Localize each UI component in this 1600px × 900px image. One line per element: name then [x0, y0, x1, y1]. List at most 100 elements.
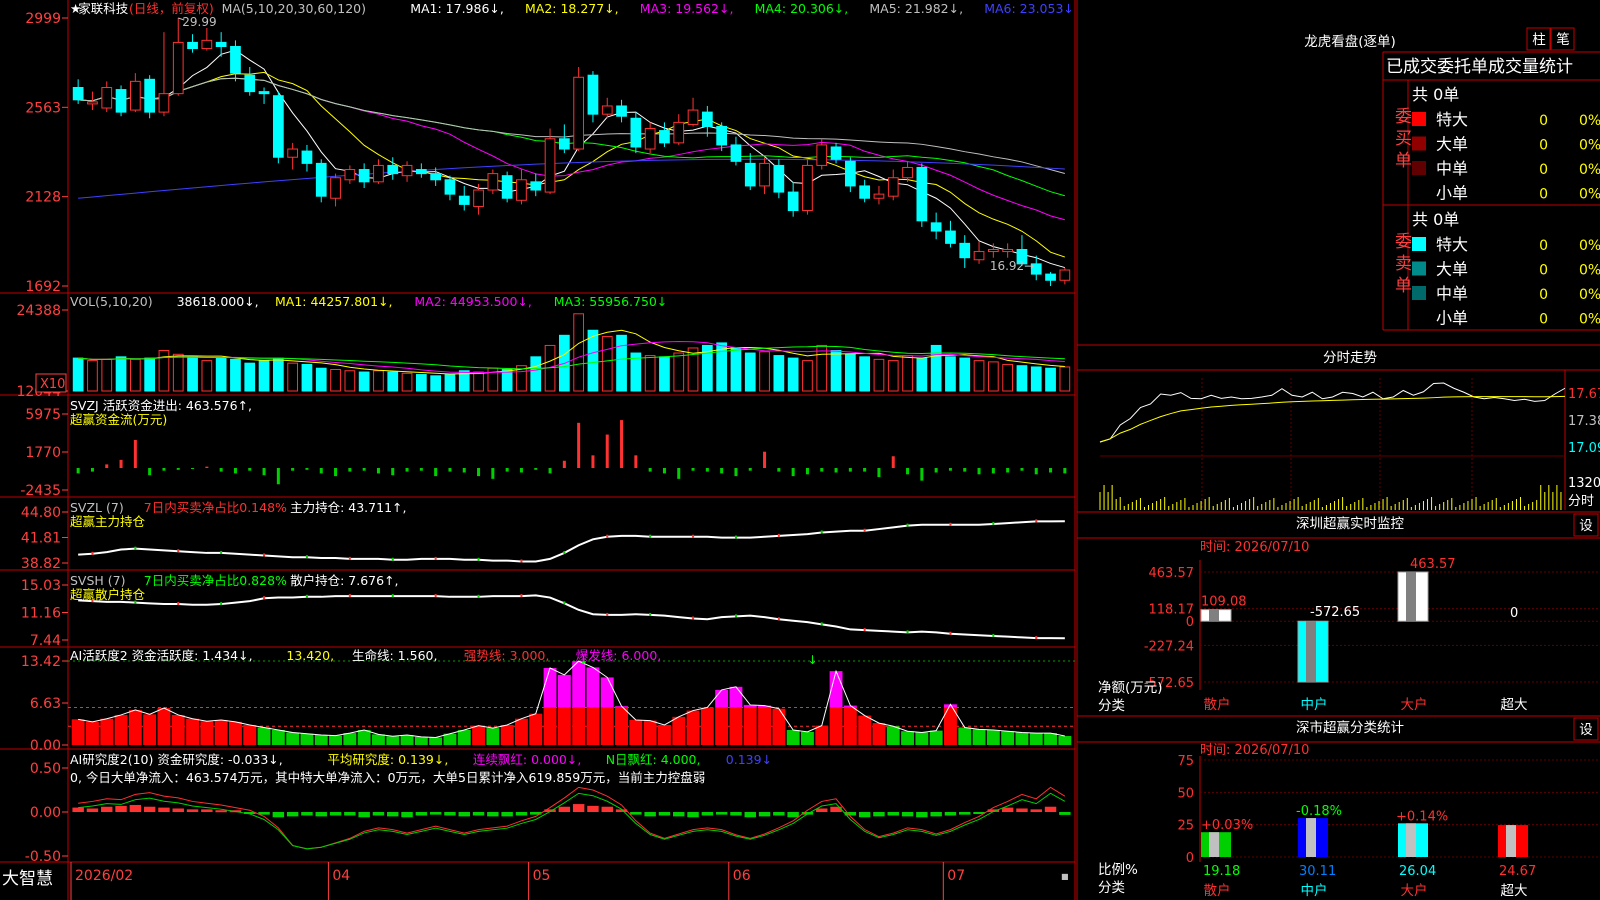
y-tick-label: 6.63 — [30, 696, 61, 712]
research-bar — [1016, 808, 1028, 812]
chart-canvas[interactable]: ★家联科技 (日线，前复权) MA(5,10,20,30,60,120) MA1:… — [0, 0, 1600, 900]
order-color-swatch — [1412, 161, 1426, 175]
order-percent: 0% — [1579, 162, 1600, 178]
volume-bar — [358, 371, 370, 392]
order-color-swatch — [1412, 261, 1426, 276]
activity-bar — [343, 733, 357, 745]
class-y-tick: 25 — [1177, 819, 1194, 834]
activity-bar-burst — [729, 686, 743, 708]
candle-body — [430, 173, 442, 181]
volume-bar — [401, 372, 413, 392]
research-bar — [387, 812, 399, 817]
research-bar — [272, 812, 285, 818]
activity-bar — [858, 715, 872, 745]
class-ratio-value: 30.11 — [1299, 864, 1336, 879]
activity-bar — [314, 734, 328, 745]
svzl-tick-mark — [1035, 519, 1038, 523]
intraday-price-tick: 17.09 — [1568, 441, 1600, 456]
fund-flow-bar — [963, 467, 967, 472]
research-bar — [673, 812, 685, 817]
research-bar — [787, 812, 799, 818]
activity-bar — [357, 729, 371, 745]
y-tick-label: 0.50 — [30, 761, 61, 777]
class-change: +0.14% — [1396, 809, 1448, 824]
indicator-readout: MA1: 17.986↓, — [410, 1, 504, 16]
activity-bar — [372, 734, 385, 745]
activity-bar — [200, 721, 214, 745]
activity-bar — [772, 708, 786, 745]
indicator-readout: 爆发线: 6.000, — [576, 648, 661, 663]
candle-body — [272, 95, 284, 158]
candle-body — [330, 177, 341, 199]
category-label: 中户 — [1301, 696, 1328, 713]
svzl-tick-mark — [563, 550, 566, 554]
indicator-readout: 主力持仓: 43.711↑, — [290, 500, 406, 515]
fund-flow-bar — [90, 467, 94, 472]
svzl-tick-mark — [134, 546, 137, 550]
fund-flow-bar — [634, 455, 638, 468]
volume-bar — [930, 344, 942, 392]
monitor-x-label: 分类 — [1098, 698, 1125, 714]
volume-bar — [373, 370, 384, 392]
fund-flow-bar — [162, 467, 166, 471]
candle-body — [701, 111, 713, 127]
intraday-price-line — [1099, 382, 1566, 443]
research-bar — [129, 804, 142, 812]
activity-bar — [915, 732, 929, 745]
activity-bar — [672, 716, 686, 745]
order-color-swatch — [1412, 237, 1426, 251]
order-value: 0 — [1539, 263, 1548, 279]
research-bar — [458, 812, 470, 817]
candle-body — [616, 105, 627, 117]
svsh-tick-mark — [563, 601, 566, 605]
svzl-tick-mark — [305, 555, 308, 559]
volume-bar — [215, 357, 227, 392]
candle-body — [830, 146, 842, 160]
activity-bar — [629, 719, 643, 745]
svzl-tick-mark — [906, 523, 909, 527]
indicator-readout: 平均研究度: 0.139↓, — [327, 752, 448, 767]
brand-logo: 大智慧 — [2, 869, 53, 889]
fund-flow-bar — [948, 467, 952, 471]
fund-flow-bar — [233, 467, 237, 474]
volume-bar — [473, 371, 484, 392]
candle-body — [887, 177, 899, 197]
candle-body — [1059, 269, 1071, 281]
fund-flow-bar — [691, 467, 695, 471]
svzl-tick-mark — [949, 522, 952, 526]
research-bar — [429, 812, 442, 815]
activity-bar — [972, 729, 986, 745]
research-bar — [444, 812, 456, 816]
candle-body — [129, 80, 141, 111]
net-amount-value: 109.08 — [1201, 595, 1247, 610]
category-label: 中户 — [1301, 882, 1328, 899]
order-value: 0 — [1539, 238, 1548, 254]
activity-bar — [243, 724, 257, 745]
order-type-label: 大单 — [1436, 260, 1468, 279]
candle-body — [501, 175, 513, 199]
indicator-subtitle: 超赢主力持仓 — [70, 514, 146, 529]
research-bar — [773, 812, 785, 816]
indicator-readout: MA3: 55956.750↓ — [554, 294, 668, 309]
volume-bar — [816, 344, 828, 392]
activity-bar — [71, 719, 85, 745]
research-bar — [873, 812, 885, 817]
activity-bar — [329, 735, 342, 745]
activity-bar — [1001, 731, 1015, 745]
order-percent: 0% — [1579, 187, 1600, 203]
fund-flow-bar — [891, 456, 895, 468]
class-title: 深市超赢分类统计 — [1296, 719, 1404, 736]
svsh-tick-mark — [305, 594, 308, 598]
activity-bar — [157, 708, 171, 745]
research-bar — [1001, 807, 1014, 812]
candle-body — [659, 130, 670, 144]
research-bar — [172, 808, 184, 812]
fund-flow-bar — [491, 467, 495, 479]
y-tick-label: 7.44 — [30, 633, 61, 649]
research-bar — [816, 808, 828, 812]
activity-bar — [843, 707, 857, 745]
candle-body — [945, 230, 956, 244]
volume-bar — [830, 350, 842, 392]
volume-bar — [916, 357, 928, 392]
candle-body — [1002, 249, 1014, 253]
